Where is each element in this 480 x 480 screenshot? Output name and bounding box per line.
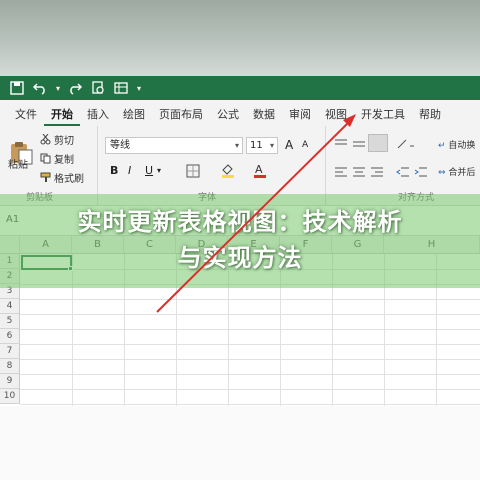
row-header[interactable]: 8	[0, 359, 20, 374]
borders-icon[interactable]	[186, 164, 200, 178]
undo-icon[interactable]	[31, 80, 48, 96]
gridline	[20, 329, 480, 330]
merge-center-button[interactable]: ⇔ 合并后	[438, 165, 475, 178]
tab-formulas[interactable]: 公式	[210, 104, 246, 126]
quick-access-toolbar: ▾ ▾	[0, 76, 480, 100]
tab-insert[interactable]: 插入	[80, 104, 116, 126]
overlay-title: 实时更新表格视图：技术解析 与实现方法	[0, 204, 480, 276]
title-line-2: 与实现方法	[177, 244, 303, 272]
brush-icon	[40, 172, 51, 182]
underline-button[interactable]: U	[145, 164, 153, 177]
wrap-text-icon: ↵	[438, 141, 446, 151]
fill-color-icon[interactable]	[220, 162, 236, 178]
align-top-icon[interactable]	[334, 138, 348, 150]
ribbon-tabs: 文件 开始 插入 绘图 页面布局 公式 数据 审阅 视图 开发工具 帮助	[0, 100, 480, 126]
align-middle-icon[interactable]	[352, 138, 366, 150]
gridline	[20, 359, 480, 360]
increase-indent-icon[interactable]	[414, 166, 428, 178]
save-icon[interactable]	[8, 80, 25, 96]
orientation-icon[interactable]	[396, 138, 416, 150]
chevron-down-icon: ▾	[234, 141, 239, 150]
customize-toolbar-icon[interactable]: ▾	[135, 80, 143, 96]
shrink-font-button[interactable]: A	[302, 140, 308, 150]
gridline	[20, 314, 480, 315]
font-size-value: 11	[250, 140, 263, 151]
tab-review[interactable]: 审阅	[282, 104, 318, 126]
align-right-icon[interactable]	[370, 166, 384, 178]
tab-draw[interactable]: 绘图	[116, 104, 152, 126]
align-bottom-button[interactable]	[368, 134, 388, 152]
row-header[interactable]: 4	[0, 299, 20, 314]
font-name-value: 等线	[110, 140, 130, 151]
tab-help[interactable]: 帮助	[412, 104, 448, 126]
align-center-icon[interactable]	[352, 166, 366, 178]
wrap-text-label: 自动换	[448, 141, 476, 151]
redo-icon[interactable]	[66, 80, 83, 96]
font-color-icon[interactable]: A	[252, 162, 268, 178]
tab-page-layout[interactable]: 页面布局	[152, 104, 210, 126]
undo-dropdown-icon[interactable]: ▾	[54, 80, 62, 96]
wrap-text-button[interactable]: ↵ 自动换	[438, 138, 475, 151]
tab-file[interactable]: 文件	[8, 104, 44, 126]
tab-view[interactable]: 视图	[318, 104, 354, 126]
cut-label: 剪切	[54, 136, 74, 147]
format-painter-label: 格式刷	[54, 174, 84, 185]
tab-developer[interactable]: 开发工具	[354, 104, 412, 126]
scissors-icon	[40, 134, 51, 145]
print-preview-icon[interactable]	[89, 80, 106, 96]
gridline	[20, 404, 480, 405]
underline-dropdown-icon[interactable]: ▾	[157, 166, 161, 175]
paste-button[interactable]: 粘贴	[8, 156, 28, 171]
row-header[interactable]: 6	[0, 329, 20, 344]
font-name-select[interactable]: 等线 ▾	[105, 137, 243, 154]
svg-text:A: A	[255, 163, 263, 176]
merge-label: 合并后	[448, 168, 476, 178]
grow-font-button[interactable]: A	[285, 138, 293, 152]
copy-label: 复制	[54, 155, 74, 166]
font-size-select[interactable]: 11 ▾	[246, 137, 278, 154]
italic-button[interactable]: I	[128, 164, 131, 177]
gridline	[20, 374, 480, 375]
align-left-icon[interactable]	[334, 166, 348, 178]
chevron-down-icon: ▾	[269, 141, 274, 150]
row-header[interactable]: 5	[0, 314, 20, 329]
row-header[interactable]: 10	[0, 389, 20, 404]
blurred-background	[0, 0, 480, 76]
copy-button[interactable]: 复制	[40, 151, 74, 166]
form-icon[interactable]	[112, 80, 129, 96]
decrease-indent-icon[interactable]	[396, 166, 410, 178]
tab-data[interactable]: 数据	[246, 104, 282, 126]
tab-home[interactable]: 开始	[44, 104, 80, 126]
gridline	[20, 344, 480, 345]
title-line-1: 实时更新表格视图：技术解析	[77, 208, 403, 236]
copy-icon	[40, 153, 51, 164]
gridline	[20, 299, 480, 300]
cut-button[interactable]: 剪切	[40, 132, 74, 147]
gridline	[20, 389, 480, 390]
format-painter-button[interactable]: 格式刷	[40, 170, 84, 185]
merge-icon: ⇔	[438, 168, 446, 178]
row-header[interactable]: 7	[0, 344, 20, 359]
row-header[interactable]: 9	[0, 374, 20, 389]
blank-area	[0, 406, 480, 480]
bold-button[interactable]: B	[110, 164, 118, 177]
